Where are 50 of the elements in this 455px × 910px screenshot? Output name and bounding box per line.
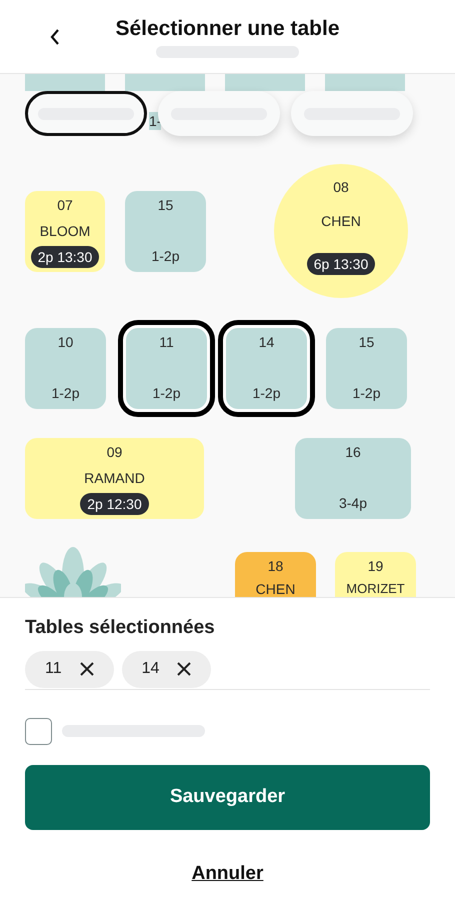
table-number: 19	[368, 557, 384, 575]
capacity-label: 1-	[149, 112, 162, 130]
table-number: 15	[358, 333, 374, 351]
close-icon[interactable]	[80, 662, 94, 676]
table[interactable]: 14 1-2p	[226, 328, 307, 409]
capacity-label: 1-2p	[152, 384, 181, 402]
filter-pill[interactable]	[25, 91, 147, 136]
table-number: 07	[57, 196, 73, 214]
capacity-label: 3-4p	[338, 494, 368, 512]
booking-badge: 2p 13:30	[30, 246, 100, 268]
table[interactable]: 07 BLOOM 2p 13:30	[25, 191, 105, 272]
table[interactable]: 10 1-2p	[25, 328, 106, 409]
table-number: 14	[258, 333, 274, 351]
capacity-label: 1-2p	[352, 384, 381, 402]
table-number: 09	[106, 443, 122, 461]
booking-badge: 6p 13:30	[306, 253, 376, 275]
guest-name: RAMAND	[84, 469, 145, 487]
table[interactable]: 18 CHEN	[235, 552, 316, 597]
table[interactable]: 19 MORIZET	[335, 552, 416, 597]
save-button[interactable]: Sauvegarder	[25, 764, 430, 830]
table[interactable]: 09 RAMAND 2p 12:30	[25, 438, 204, 519]
guest-name: BLOOM	[40, 222, 90, 240]
table-chip[interactable]: 14	[122, 650, 212, 688]
table[interactable]: 11 1-2p	[126, 328, 207, 409]
guest-name: CHEN	[321, 212, 361, 230]
table[interactable]	[325, 74, 405, 91]
table-number: 18	[268, 557, 284, 575]
table[interactable]: 16 3-4p	[295, 438, 411, 519]
table-number: 11	[159, 333, 174, 351]
table-number: 08	[333, 178, 349, 196]
close-icon[interactable]	[177, 662, 192, 676]
capacity-label: 1-2p	[252, 384, 281, 402]
guest-name: MORIZET	[346, 580, 405, 597]
capacity-label: 1-2p	[51, 384, 80, 402]
table[interactable]	[225, 74, 305, 91]
back-icon[interactable]	[48, 28, 62, 46]
page-title: Sélectionner une table	[115, 16, 340, 42]
booking-badge: 2p 12:30	[80, 493, 149, 515]
table[interactable]: 15 1-2p	[326, 328, 407, 409]
cancel-link[interactable]: Annuler	[192, 862, 264, 884]
checkbox[interactable]	[25, 718, 52, 744]
table-number: 10	[58, 333, 74, 351]
capacity-label: 1-2p	[151, 247, 180, 265]
table-number: 16	[345, 443, 361, 461]
table-chip[interactable]: 11	[25, 650, 114, 688]
guest-name: CHEN	[256, 580, 296, 597]
table-number: 15	[158, 196, 174, 214]
section-title: Tables sélectionnées	[25, 616, 216, 640]
table[interactable]: 08 CHEN 6p 13:30	[274, 164, 408, 298]
table[interactable]: 15 1-2p	[125, 191, 206, 272]
